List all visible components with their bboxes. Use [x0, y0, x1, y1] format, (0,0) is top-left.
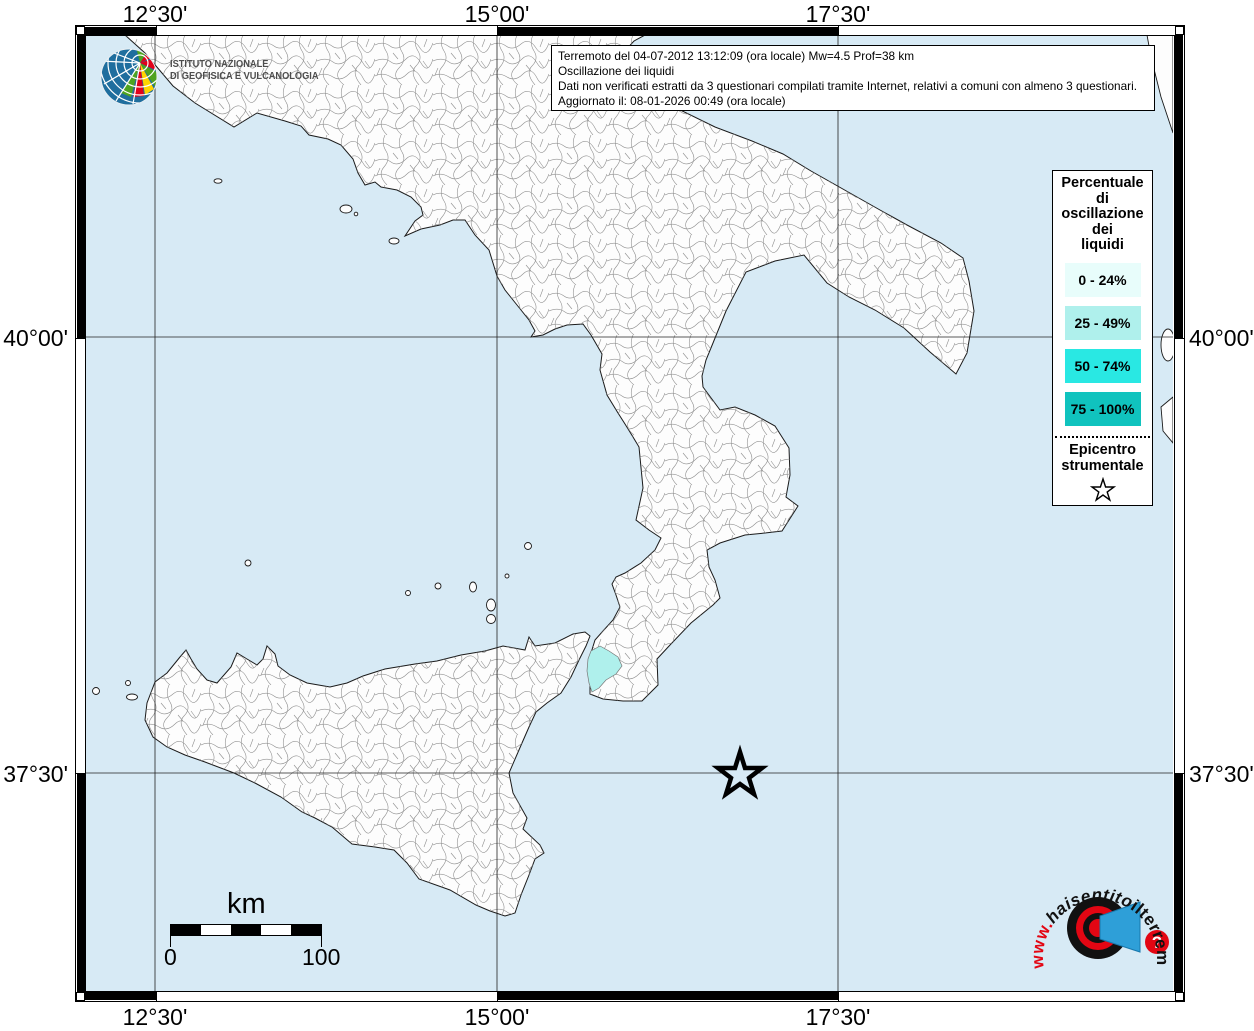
- legend-title-line: oscillazione: [1061, 206, 1144, 222]
- legend-class-50-74: 50 - 74%: [1064, 348, 1141, 383]
- legend: Percentuale di oscillazione dei liquidi …: [1052, 170, 1153, 506]
- axis-label-top-1500: 15°00': [464, 1, 530, 27]
- axis-label-bottom-1250: 12°30': [122, 1004, 188, 1030]
- axis-label-right-3730: 37°30': [1189, 761, 1254, 787]
- haisentito-logo-icon: ? www.haisentitoilterremoto.it: [1021, 835, 1172, 970]
- scale-min-label: 0: [164, 944, 177, 970]
- axis-label-right-4000: 40°00': [1189, 325, 1254, 351]
- island-favignana: [126, 693, 138, 701]
- island-vulcano: [486, 614, 496, 624]
- island-panarea: [504, 573, 510, 579]
- island-marettimo: [92, 687, 100, 695]
- map-canvas: [85, 35, 1173, 991]
- axis-label-left-3730: 37°30': [3, 761, 68, 787]
- legend-class-0-24: 0 - 24%: [1064, 262, 1141, 297]
- island-capri: [388, 237, 400, 245]
- legend-title-line: dei: [1092, 221, 1113, 238]
- event-summary: Terremoto del 04-07-2012 13:12:09 (ora l…: [558, 49, 915, 63]
- coast-epirus: [1160, 328, 1173, 362]
- axis-label-top-1250: 12°30': [122, 1, 188, 27]
- legend-epicenter-label: strumentale: [1061, 457, 1144, 474]
- ingv-logo: ISTITUTO NAZIONALE DI GEOFISICA E VULCAN…: [96, 46, 339, 108]
- scale-bar-segments: [170, 924, 322, 936]
- island-ustica: [244, 559, 252, 567]
- scale-max-label: 100: [302, 944, 341, 970]
- ingv-globe-icon: [100, 48, 158, 106]
- event-updated-at: Aggiornato il: 08-01-2026 00:49 (ora loc…: [558, 93, 786, 108]
- legend-star-icon: [1089, 476, 1116, 502]
- event-effect-type: Oscillazione dei liquidi: [558, 63, 675, 78]
- event-data-note: Dati non verificati estratti da 3 questi…: [558, 78, 1137, 93]
- island-lipari: [486, 598, 496, 612]
- legend-epicenter-label: Epicentro: [1069, 441, 1136, 458]
- axis-label-bottom-1730: 17°30': [805, 1004, 871, 1030]
- legend-title-line: di: [1096, 190, 1109, 207]
- scale-unit-label: km: [227, 888, 266, 920]
- island-procida: [353, 211, 359, 217]
- legend-class-25-49: 25 - 49%: [1064, 305, 1141, 340]
- island-alicudi: [405, 590, 411, 596]
- legend-title-line: Percentuale: [1061, 175, 1144, 191]
- island-salina: [469, 581, 477, 593]
- haisentito-logo: ? www.haisentitoilterremoto.it: [1021, 835, 1178, 1003]
- ingv-logo-text: ISTITUTO NAZIONALE DI GEOFISICA E VULCAN…: [170, 58, 319, 82]
- legend-class-75-100: 75 - 100%: [1064, 391, 1141, 426]
- island-ischia: [339, 204, 353, 214]
- island-stromboli: [524, 542, 532, 550]
- island-levanzo: [125, 680, 131, 686]
- axis-label-bottom-1500: 15°00': [464, 1004, 530, 1030]
- island-ponza: [213, 178, 223, 184]
- legend-divider: [1055, 435, 1150, 438]
- event-info-box: Terremoto del 04-07-2012 13:12:09 (ora l…: [551, 45, 1155, 111]
- island-filicudi: [434, 582, 442, 590]
- legend-title-line: liquidi: [1081, 237, 1124, 253]
- axis-label-top-1730: 17°30': [805, 1, 871, 27]
- axis-label-left-4000: 40°00': [3, 325, 68, 351]
